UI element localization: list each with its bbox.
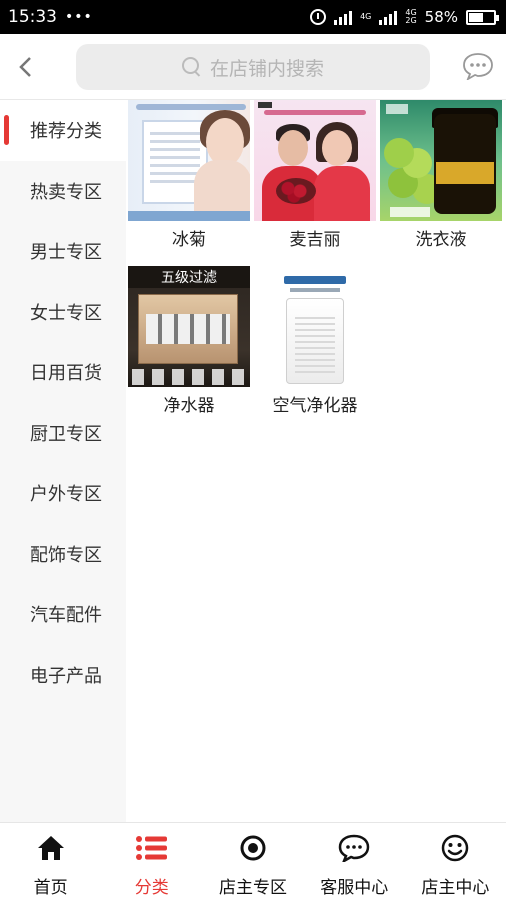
feature-icons [132, 369, 246, 385]
nav-home[interactable]: 首页 [0, 823, 101, 900]
battery-percent: 58% [424, 8, 458, 26]
product-card[interactable]: 五级过滤 净水器 [126, 266, 252, 432]
status-time: 15:33 [8, 7, 57, 27]
home-icon [34, 831, 68, 865]
nav-owner-center[interactable]: 店主中心 [405, 823, 506, 900]
sidebar-item-electronics[interactable]: 电子产品 [0, 645, 126, 706]
signal-icon [334, 9, 353, 25]
sidebar-item-men[interactable]: 男士专区 [0, 221, 126, 282]
sidebar-item-label: 汽车配件 [30, 605, 102, 627]
sidebar-item-outdoor[interactable]: 户外专区 [0, 463, 126, 524]
product-name: 冰菊 [172, 230, 206, 250]
product-photo-water-purifier: 五级过滤 [128, 266, 250, 387]
sidebar-item-daily[interactable]: 日用百货 [0, 342, 126, 403]
product-card[interactable]: 洗衣液 [378, 100, 504, 266]
image-text-bar [264, 110, 366, 115]
woman-head [322, 130, 352, 166]
network-type-1: 4G [360, 12, 372, 21]
jar-label [436, 162, 494, 184]
status-right: 4G 4G 2G 58% [310, 8, 499, 26]
header: 在店铺内搜索 [0, 34, 506, 100]
image-subtitle-bar [290, 288, 340, 292]
sidebar-item-label: 女士专区 [30, 302, 102, 324]
smiley-icon [438, 831, 472, 865]
message-button[interactable] [462, 52, 494, 82]
battery-icon [466, 9, 499, 25]
brand-tag [258, 102, 272, 108]
product-card[interactable]: 麦吉丽 [252, 100, 378, 266]
search-placeholder: 在店铺内搜索 [209, 57, 324, 80]
sidebar-item-auto-parts[interactable]: 汽车配件 [0, 584, 126, 645]
product-photo-black-jar [380, 100, 502, 221]
status-dots: ••• [65, 9, 93, 25]
sidebar-item-hot[interactable]: 热卖专区 [0, 161, 126, 222]
back-button[interactable] [12, 52, 38, 82]
list-icon [135, 831, 169, 865]
chevron-left-icon [19, 57, 31, 77]
status-bar: 15:33 ••• 4G 4G 2G 58% [0, 0, 506, 34]
image-title-bar [284, 276, 346, 284]
filter-cartridges [146, 314, 230, 344]
sidebar-item-label: 热卖专区 [30, 181, 102, 203]
product-card[interactable]: 冰菊 [126, 100, 252, 266]
sidebar-item-label: 推荐分类 [30, 121, 102, 143]
nav-label: 店主中心 [421, 878, 490, 898]
product-photo-couple-roses [254, 100, 376, 221]
product-name: 净水器 [163, 396, 215, 416]
nav-owner-zone[interactable]: 店主专区 [202, 823, 303, 900]
product-content: 冰菊 麦吉丽 洗衣液 五级过滤 净水器 空气净化器 [126, 100, 506, 822]
image-text-bar [136, 104, 246, 110]
sidebar-item-label: 户外专区 [30, 484, 102, 506]
product-grid: 冰菊 麦吉丽 洗衣液 五级过滤 净水器 空气净化器 [126, 100, 506, 432]
search-icon [181, 57, 202, 77]
status-left: 15:33 ••• [8, 7, 93, 27]
sidebar-item-label: 电子产品 [30, 665, 102, 687]
sidebar-item-kitchen-bath[interactable]: 厨卫专区 [0, 403, 126, 464]
woman-shirt [314, 166, 370, 221]
product-photo-skin-care [128, 100, 250, 221]
product-card[interactable]: 空气净化器 [252, 266, 378, 432]
nav-label: 客服中心 [320, 878, 389, 898]
sidebar-item-label: 配饰专区 [30, 544, 102, 566]
fruit-graphic [384, 138, 414, 168]
image-bottom-band [128, 211, 250, 221]
nav-customer-service[interactable]: 客服中心 [304, 823, 405, 900]
nav-label: 首页 [33, 878, 68, 898]
product-photo-air-purifier [254, 266, 376, 387]
target-icon [236, 831, 270, 865]
network-type-3: 2G [405, 16, 417, 25]
image-text-bar [390, 207, 430, 217]
model-face [206, 118, 244, 166]
sidebar-item-label: 男士专区 [30, 242, 102, 264]
sidebar-item-label: 厨卫专区 [30, 423, 102, 445]
bottom-nav: 首页 分类 店主专区 客服中心 店主中心 [0, 822, 506, 900]
search-input[interactable]: 在店铺内搜索 [76, 44, 430, 90]
air-purifier-unit [286, 298, 344, 384]
chat-bubble-icon [463, 53, 493, 82]
product-name: 空气净化器 [272, 396, 358, 416]
chat-bubble-icon [337, 831, 371, 865]
network-indicator: 4G [360, 13, 371, 21]
man-head [278, 130, 308, 166]
sidebar-item-label: 日用百货 [30, 363, 102, 385]
nav-label: 店主专区 [219, 878, 287, 898]
signal-icon-2 [379, 9, 398, 25]
category-sidebar: 推荐分类 热卖专区 男士专区 女士专区 日用百货 厨卫专区 户外专区 配饰专区 … [0, 100, 126, 822]
brand-logo [386, 104, 408, 114]
image-title: 五级过滤 [128, 266, 250, 288]
product-name: 洗衣液 [415, 230, 467, 250]
nav-label: 分类 [134, 878, 169, 898]
network-indicator-2: 4G 2G [405, 9, 416, 25]
sidebar-item-women[interactable]: 女士专区 [0, 282, 126, 343]
alarm-icon [310, 9, 327, 25]
sidebar-item-accessories[interactable]: 配饰专区 [0, 524, 126, 585]
sidebar-item-recommended[interactable]: 推荐分类 [0, 100, 126, 161]
product-name: 麦吉丽 [289, 230, 341, 250]
battery-level [469, 12, 483, 22]
rose-bouquet [276, 178, 316, 204]
nav-category[interactable]: 分类 [101, 823, 202, 900]
